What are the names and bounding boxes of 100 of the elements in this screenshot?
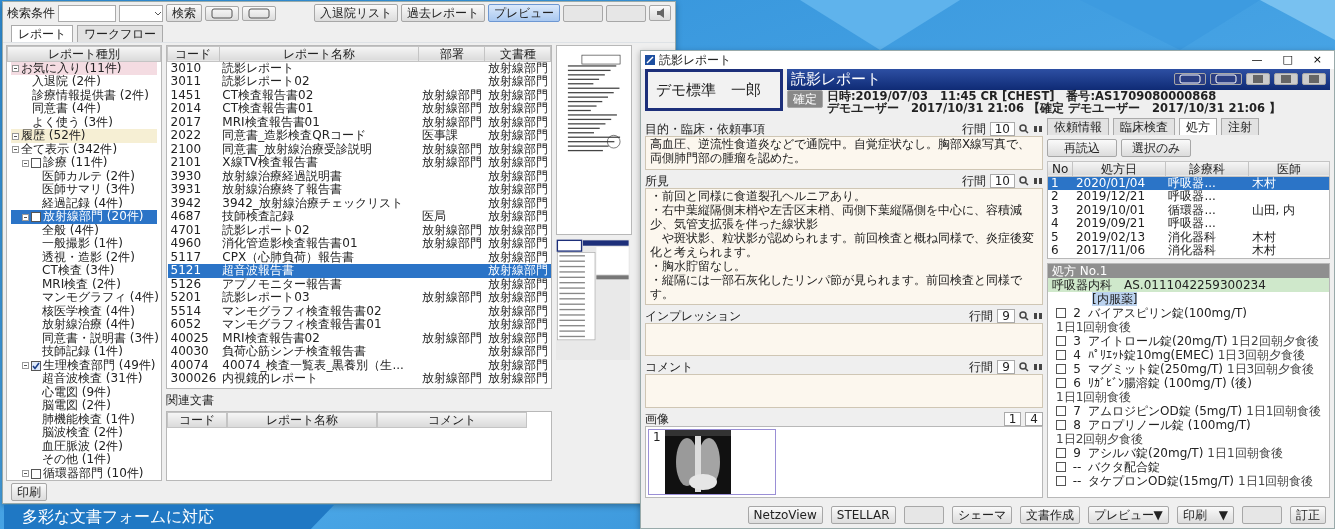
table-row[interactable]: 5 2019/02/13 消化器科 木村: [1047, 230, 1330, 245]
tab[interactable]: 依頼情報: [1047, 117, 1109, 135]
tree-item[interactable]: 生理検査部門 (49件): [11, 358, 157, 373]
action-button[interactable]: NetzoView: [747, 506, 823, 524]
table-row[interactable]: 4 2019/09/21 呼吸器...: [1047, 217, 1330, 231]
checkbox[interactable]: [1056, 335, 1066, 346]
print-button[interactable]: 印刷: [11, 483, 47, 501]
table-row[interactable]: 2101 X線TV検査報告書 放射線部門 放射線部門: [167, 156, 551, 170]
checkbox[interactable]: [1056, 377, 1066, 388]
table-row[interactable]: 2100 同意書_放射線治療受診説明 放射線部門 放射線部門: [167, 142, 551, 157]
tree-item[interactable]: 核医学検査 (4件): [11, 304, 157, 319]
checkbox[interactable]: [1056, 349, 1066, 360]
sound-button[interactable]: [649, 5, 671, 22]
font-size-field[interactable]: 10: [989, 173, 1015, 188]
tree-item[interactable]: 入退院 (2件): [11, 75, 157, 89]
tree-item[interactable]: 一般撮影 (1件): [11, 237, 157, 251]
table-row[interactable]: 4687 技師検査記録 医局 放射線部門: [167, 210, 551, 224]
table-row[interactable]: 6 2017/11/06 消化器科 木村: [1047, 244, 1330, 259]
tree-item[interactable]: 心電図 (9件): [11, 385, 157, 400]
report-text[interactable]: ・胸水貯留なし。: [650, 258, 1038, 273]
font-size-field[interactable]: 10: [989, 121, 1015, 136]
card-button[interactable]: [242, 6, 276, 21]
search-icon[interactable]: [1019, 175, 1029, 186]
font-size-field[interactable]: 9: [997, 360, 1015, 375]
checkbox[interactable]: [1056, 475, 1066, 486]
table-row[interactable]: 3 2019/10/01 循環器... 山田, 内: [1047, 203, 1330, 218]
format-icon[interactable]: [1033, 310, 1043, 321]
report-text[interactable]: や斑状影、粒状影が認められます。前回検査と概ね同様で、炎症後変化と考えられます。: [650, 230, 1038, 259]
tree-item[interactable]: 全般 (4件): [11, 223, 157, 238]
search-icon[interactable]: [1019, 362, 1029, 373]
tree-item[interactable]: CT検査 (3件): [11, 264, 157, 278]
checkbox[interactable]: [31, 468, 41, 479]
table-row[interactable]: 300026 内視鏡的レポート 放射線部門 放射線部門: [167, 372, 551, 386]
checkbox[interactable]: [1056, 447, 1066, 458]
tool-button[interactable]: [1274, 73, 1298, 86]
checkbox[interactable]: [31, 212, 41, 223]
page-count-field[interactable]: 4: [1025, 412, 1043, 426]
collapse-icon[interactable]: [12, 146, 19, 154]
tree-item[interactable]: 放射線治療 (4件): [11, 318, 157, 332]
tree-item[interactable]: 診療 (11件): [11, 156, 157, 170]
tree-item[interactable]: 診療情報提供書 (2件): [11, 88, 157, 103]
format-icon[interactable]: [1033, 123, 1043, 134]
table-row[interactable]: 3942 3942_放射線治療チェックリスト 放射線部門: [167, 196, 551, 211]
table-row[interactable]: 5121 超音波報告書 放射線部門: [167, 264, 551, 278]
image-thumbnail[interactable]: 1: [648, 429, 776, 495]
minimize-button[interactable]: —: [1243, 51, 1271, 68]
tool-button[interactable]: [1302, 73, 1326, 86]
tree-item[interactable]: 循環器部門 (10件): [11, 466, 157, 481]
tree-item[interactable]: 医師カルテ (2件): [11, 169, 157, 184]
checkbox[interactable]: [1056, 419, 1066, 430]
table-row[interactable]: 2022 同意書_造影検査QRコード 医事課 放射線部門: [167, 129, 551, 143]
tree-item[interactable]: 履歴 (52件): [11, 129, 157, 143]
checkbox[interactable]: [31, 360, 41, 371]
table-row[interactable]: 5117 CPX（心肺負荷）報告書 放射線部門: [167, 250, 551, 265]
tree-item[interactable]: 脳波検査 (2件): [11, 426, 157, 440]
panel-button[interactable]: 再読込: [1047, 138, 1117, 157]
format-icon[interactable]: [1033, 175, 1043, 186]
checkbox[interactable]: [1056, 405, 1066, 416]
search-icon[interactable]: [1019, 310, 1029, 321]
action-button[interactable]: STELLAR: [830, 506, 896, 524]
tree-item[interactable]: その他 (1件): [11, 453, 157, 467]
close-button[interactable]: ×: [1304, 51, 1330, 68]
tree-item[interactable]: 超音波検査 (31件): [11, 372, 157, 386]
tab[interactable]: 注射: [1221, 117, 1259, 135]
report-text[interactable]: ・右中葉縦隔側末梢や左舌区末梢、両側下葉縦隔側を中心に、容積減少、気管支拡張を伴った線状影: [650, 202, 1038, 231]
tree-item[interactable]: MRI検査 (2件): [11, 277, 157, 292]
table-row[interactable]: 3931 放射線治療終了報告書 放射線部門: [167, 183, 551, 197]
card-button[interactable]: [1174, 73, 1206, 86]
card-button[interactable]: [205, 6, 239, 21]
checkbox[interactable]: [1056, 363, 1066, 374]
table-row[interactable]: 1 2020/01/04 呼吸器... 木村: [1047, 176, 1330, 191]
collapse-icon[interactable]: [22, 470, 29, 478]
table-row[interactable]: 4701 読影レポート02 放射線部門 放射線部門: [167, 223, 551, 238]
table-row[interactable]: 2017 MRI検査報告書01 放射線部門 放射線部門: [167, 115, 551, 130]
table-row[interactable]: 1451 CT検査報告書02 放射線部門 放射線部門: [167, 88, 551, 103]
tree-item[interactable]: 放射線部門 (20件): [11, 210, 157, 224]
table-row[interactable]: 3930 放射線治療経過説明書 放射線部門: [167, 169, 551, 184]
table-row[interactable]: 40074 40074_検査一覧表_黒養別（生... 放射線部門: [167, 358, 551, 373]
card-button[interactable]: [1210, 73, 1242, 86]
table-row[interactable]: 5201 読影レポート03 放射線部門 放射線部門: [167, 291, 551, 305]
table-row[interactable]: 40030 負荷心筋シンチ検査報告書 放射線部門: [167, 345, 551, 359]
font-size-field[interactable]: 9: [997, 308, 1015, 323]
report-text[interactable]: ・前回と同様に食道裂孔ヘルニアあり。: [650, 188, 1038, 203]
table-row[interactable]: 6052 マンモグラフィ検査報告書01 放射線部門: [167, 318, 551, 332]
collapse-icon[interactable]: [22, 213, 29, 221]
tree-item[interactable]: 全て表示 (342件): [11, 142, 157, 157]
table-row[interactable]: 5126 アプノモニター報告書 放射線部門: [167, 277, 551, 292]
toolbar-button[interactable]: 過去レポート: [401, 4, 485, 23]
checkbox[interactable]: [1056, 461, 1066, 472]
tree-item[interactable]: 同意書・説明書 (3件): [11, 331, 157, 346]
tree-item[interactable]: 経過記録 (4件): [11, 196, 157, 211]
tab[interactable]: レポート: [11, 24, 73, 42]
table-row[interactable]: 2014 CT検査報告書01 放射線部門 放射線部門: [167, 102, 551, 116]
report-text[interactable]: ・縦隔には一部石灰化したリンパ節が見られます。前回検査と同様です。: [650, 272, 1038, 301]
action-button[interactable]: 文書作成: [1019, 506, 1080, 524]
search-icon[interactable]: [1019, 123, 1029, 134]
search-field[interactable]: [58, 5, 116, 22]
tree-item[interactable]: よく使う (3件): [11, 115, 157, 130]
table-row[interactable]: 3011 読影レポート02 放射線部門: [167, 75, 551, 89]
tree-item[interactable]: 脳電図 (2件): [11, 399, 157, 413]
